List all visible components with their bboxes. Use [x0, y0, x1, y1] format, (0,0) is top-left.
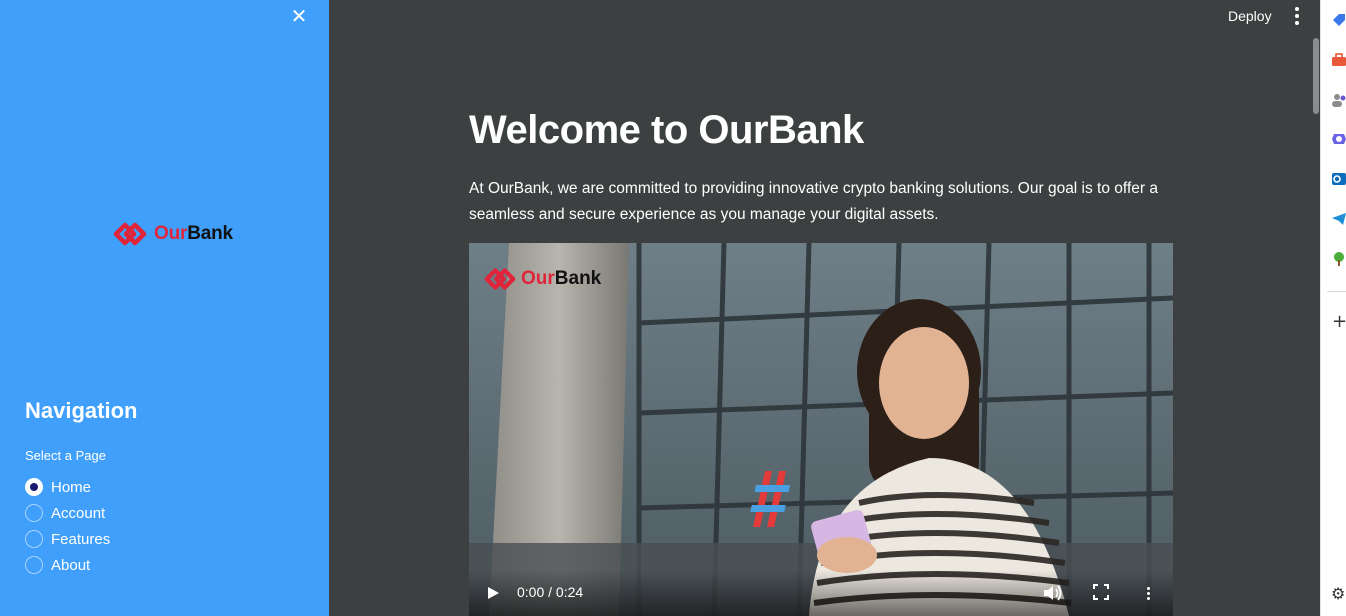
video-player[interactable]: OurBank 0:00 / 0:24: [469, 243, 1173, 616]
outlook-icon[interactable]: [1331, 171, 1346, 187]
sidebar: ✕ OurBank Navigation Select a Page Home …: [0, 0, 329, 616]
page-radio-group: Home Account Features About: [25, 474, 110, 578]
radio-dot-features[interactable]: [25, 530, 43, 548]
radio-label-account: Account: [51, 504, 106, 522]
radio-label-features: Features: [51, 530, 111, 548]
select-page-label: Select a Page: [25, 448, 106, 463]
video-frame-image: [469, 243, 1173, 616]
telegram-icon[interactable]: [1331, 211, 1346, 227]
video-controls: 0:00 / 0:24: [469, 570, 1173, 616]
video-logo-text-bank: Bank: [554, 268, 602, 289]
close-sidebar-button[interactable]: ✕: [289, 6, 309, 26]
volume-icon[interactable]: [1043, 584, 1063, 602]
scrollbar-thumb[interactable]: [1313, 38, 1319, 114]
logo-text-our: Our: [154, 223, 188, 244]
deploy-button[interactable]: Deploy: [1224, 6, 1276, 26]
browser-sidebar: + ⚙: [1320, 0, 1346, 616]
video-logo-text-our: Our: [521, 268, 555, 289]
video-logo: OurBank: [483, 265, 601, 293]
radio-features[interactable]: Features: [25, 526, 110, 552]
browser-sidebar-divider: [1327, 291, 1346, 292]
tree-icon[interactable]: [1331, 251, 1346, 267]
radio-home[interactable]: Home: [25, 474, 110, 500]
people-icon[interactable]: [1331, 92, 1346, 108]
ourbank-logo: OurBank: [112, 220, 233, 248]
radio-dot-home[interactable]: [25, 478, 43, 496]
add-icon[interactable]: +: [1332, 312, 1346, 332]
page-title: Welcome to OurBank: [469, 108, 864, 152]
ourbank-logo-mark-icon: [113, 222, 147, 246]
tag-icon[interactable]: [1331, 12, 1346, 28]
radio-dot-about[interactable]: [25, 556, 43, 574]
video-time: 0:00 / 0:24: [517, 584, 584, 600]
video-more-options-icon[interactable]: [1143, 584, 1153, 602]
main-menu-icon[interactable]: [1288, 6, 1306, 26]
video-logo-text: OurBank: [521, 268, 601, 290]
radio-account[interactable]: Account: [25, 500, 110, 526]
radio-label-home: Home: [51, 478, 92, 496]
video-logo-mark-icon: [484, 268, 516, 290]
gear-icon[interactable]: ⚙: [1331, 584, 1345, 603]
intro-text: At OurBank, we are committed to providin…: [469, 180, 1158, 223]
play-icon[interactable]: [486, 586, 500, 600]
briefcase-icon[interactable]: [1331, 52, 1346, 68]
navigation-heading: Navigation: [25, 398, 138, 423]
logo-text-bank: Bank: [187, 223, 233, 244]
fullscreen-icon[interactable]: [1093, 584, 1109, 600]
ourbank-logo-text: OurBank: [154, 223, 233, 245]
radio-label-about: About: [51, 556, 91, 574]
radio-about[interactable]: About: [25, 552, 110, 578]
copilot-icon[interactable]: [1331, 131, 1346, 147]
radio-dot-account[interactable]: [25, 504, 43, 522]
